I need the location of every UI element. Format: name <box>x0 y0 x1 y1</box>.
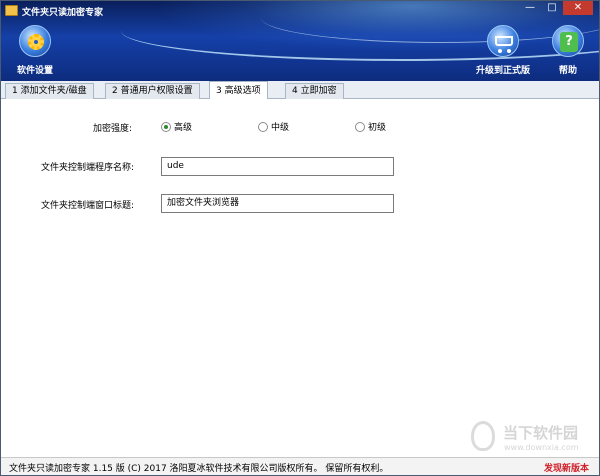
settings-button[interactable]: 软件设置 <box>5 25 65 76</box>
strength-medium-radio[interactable]: 中级 <box>258 120 289 133</box>
strength-high-label: 高级 <box>174 123 193 133</box>
strength-medium-label: 中级 <box>271 123 290 133</box>
window-title: 文件夹只读加密专家 <box>22 8 104 18</box>
header-banner: 文件夹只读加密专家 — □ ✕ 软件设置 升级到正式版 ? 帮助 <box>1 1 599 81</box>
settings-label: 软件设置 <box>16 66 53 76</box>
strength-low-label: 初级 <box>368 123 387 133</box>
status-bar: 文件夹只读加密专家 1.15 版 (C) 2017 洛阳夏冰软件技术有限公司版权… <box>1 457 599 475</box>
tab-bar: 1 添加文件夹/磁盘 2 普通用户权限设置 3 高级选项 4 立即加密 <box>1 81 599 100</box>
upgrade-button[interactable]: 升级到正式版 <box>473 25 533 76</box>
strength-low-radio[interactable]: 初级 <box>355 120 386 133</box>
tab-encrypt-now[interactable]: 4 立即加密 <box>285 83 344 99</box>
minimize-button[interactable]: — <box>519 1 541 15</box>
close-button[interactable]: ✕ <box>563 1 593 15</box>
app-window: 文件夹只读加密专家 — □ ✕ 软件设置 升级到正式版 ? 帮助 1 添加文件夹… <box>0 0 600 476</box>
tab-advanced[interactable]: 3 高级选项 <box>209 81 268 100</box>
program-name-input[interactable]: ude <box>161 157 394 176</box>
update-link[interactable]: 发现新版本 <box>544 461 589 474</box>
window-title-label: 文件夹控制端窗口标题: <box>41 201 135 211</box>
radio-dot <box>355 121 365 132</box>
watermark-text: 当下软件园 <box>503 424 579 442</box>
tab-add-folder[interactable]: 1 添加文件夹/磁盘 <box>5 83 94 99</box>
help-label: 帮助 <box>558 66 577 76</box>
watermark: 当下软件园 www.downxia.com <box>471 421 599 461</box>
folder-icon <box>5 5 18 16</box>
strength-label: 加密强度: <box>93 124 133 134</box>
watermark-url: www.downxia.com <box>504 443 579 452</box>
tab-user-permissions[interactable]: 2 普通用户权限设置 <box>105 83 200 99</box>
help-button[interactable]: ? 帮助 <box>538 25 598 76</box>
copyright-text: 文件夹只读加密专家 1.15 版 (C) 2017 洛阳夏冰软件技术有限公司版权… <box>9 464 389 474</box>
window-controls: — □ ✕ <box>519 1 593 17</box>
watermark-logo-icon <box>471 421 495 451</box>
gear-icon <box>19 25 51 57</box>
radio-dot <box>161 121 171 132</box>
strength-high-radio[interactable]: 高级 <box>161 120 192 133</box>
maximize-button[interactable]: □ <box>541 1 563 15</box>
program-name-label: 文件夹控制端程序名称: <box>41 163 135 173</box>
advanced-options-panel: 加密强度: 高级 中级 初级 文件夹控制端程序名称: ude 文件夹控制端窗口标… <box>1 99 599 457</box>
radio-dot <box>258 121 268 132</box>
window-title-input[interactable]: 加密文件夹浏览器 <box>161 194 394 213</box>
help-icon: ? <box>552 25 584 57</box>
cart-icon <box>487 25 519 57</box>
upgrade-label: 升级到正式版 <box>475 66 530 76</box>
